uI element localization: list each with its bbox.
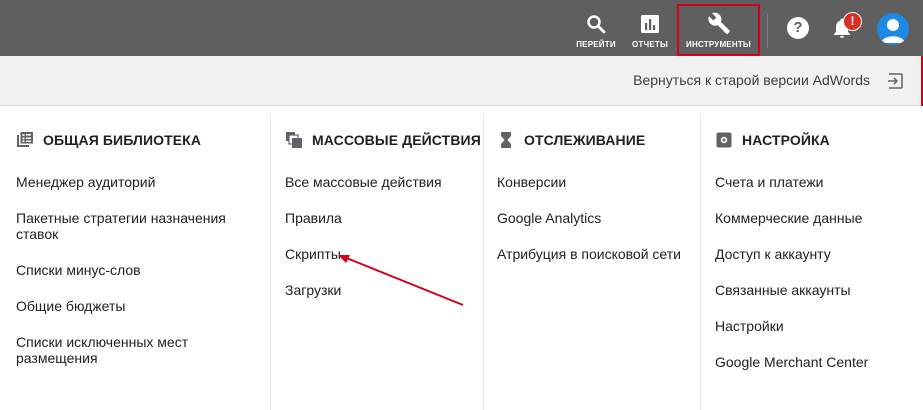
negative-keyword-lists-link[interactable]: Списки минус-слов [16,262,141,278]
measurement-column: ОТСЛЕЖИВАНИЕ Конверсии Google Analytics … [497,106,697,402]
wrench-icon [707,12,730,34]
go-to-label: ПЕРЕЙТИ [576,40,616,49]
user-silhouette-icon [881,19,905,43]
google-analytics-link[interactable]: Google Analytics [497,210,601,226]
billing-link[interactable]: Счета и платежи [715,174,824,190]
account-access-link[interactable]: Доступ к аккаунту [715,246,831,262]
reports-label: ОТЧЕТЫ [632,40,668,49]
help-icon: ? [793,19,803,36]
account-avatar[interactable] [877,13,909,45]
portfolio-bid-strategies-link[interactable]: Пакетные стратегии назначения ставок [16,210,246,242]
measurement-heading: ОТСЛЕЖИВАНИЕ [497,131,645,149]
reports-button[interactable]: ОТЧЕТЫ [632,0,668,56]
column-divider [483,114,484,410]
notification-badge: ! [843,12,862,31]
scripts-link[interactable]: Скрипты [285,246,341,262]
bulk-actions-icon [286,132,302,148]
google-merchant-center-link[interactable]: Google Merchant Center [715,354,868,370]
bulk-actions-column: МАССОВЫЕ ДЕЙСТВИЯ Все массовые действия … [285,106,481,402]
tools-label: ИНСТРУМЕНТЫ [686,40,751,49]
all-bulk-actions-link[interactable]: Все массовые действия [285,174,442,190]
shared-library-heading: ОБЩАЯ БИБЛИОТЕКА [16,131,201,149]
linked-accounts-link[interactable]: Связанные аккаунты [715,282,851,298]
setup-title: НАСТРОЙКА [742,132,830,148]
business-data-link[interactable]: Коммерческие данные [715,210,862,226]
column-divider [700,114,701,410]
bulk-actions-title: МАССОВЫЕ ДЕЙСТВИЯ [312,132,481,148]
library-icon [17,132,33,147]
tools-menu-panel: ОБЩАЯ БИБЛИОТЕКА Менеджер аудиторий Паке… [0,106,923,410]
uploads-link[interactable]: Загрузки [285,282,341,298]
search-attribution-link[interactable]: Атрибуция в поисковой сети [497,246,681,262]
settings-link[interactable]: Настройки [715,318,784,334]
shared-library-title: ОБЩАЯ БИБЛИОТЕКА [43,132,202,148]
conversions-link[interactable]: Конверсии [497,174,566,190]
help-button[interactable]: ? [787,17,809,39]
placement-exclusion-lists-link[interactable]: Списки исключенных мест размещения [16,334,216,366]
go-to-button[interactable]: ПЕРЕЙТИ [576,0,616,56]
back-to-old-version-link[interactable]: Вернуться к старой версии AdWords [633,72,870,88]
measurement-title: ОТСЛЕЖИВАНИЕ [524,132,646,148]
rules-link[interactable]: Правила [285,210,342,226]
toolbar-divider [767,14,768,48]
settings-gear-icon [716,132,732,148]
setup-column: НАСТРОЙКА Счета и платежи Коммерческие д… [715,106,915,402]
shared-budgets-link[interactable]: Общие бюджеты [16,298,125,314]
exit-icon[interactable] [886,72,904,90]
setup-heading: НАСТРОЙКА [715,131,830,149]
hourglass-icon [501,132,511,148]
top-app-bar: ПЕРЕЙТИ ОТЧЕТЫ ИНСТРУМЕНТЫ ? ! [0,0,923,56]
shared-library-column: ОБЩАЯ БИБЛИОТЕКА Менеджер аудиторий Паке… [16,106,266,402]
tools-button[interactable]: ИНСТРУМЕНТЫ [677,4,760,56]
search-icon [587,15,606,34]
column-divider [270,114,271,410]
bulk-actions-heading: МАССОВЫЕ ДЕЙСТВИЯ [285,131,481,149]
bar-chart-icon [641,15,659,33]
audience-manager-link[interactable]: Менеджер аудиторий [16,174,155,190]
